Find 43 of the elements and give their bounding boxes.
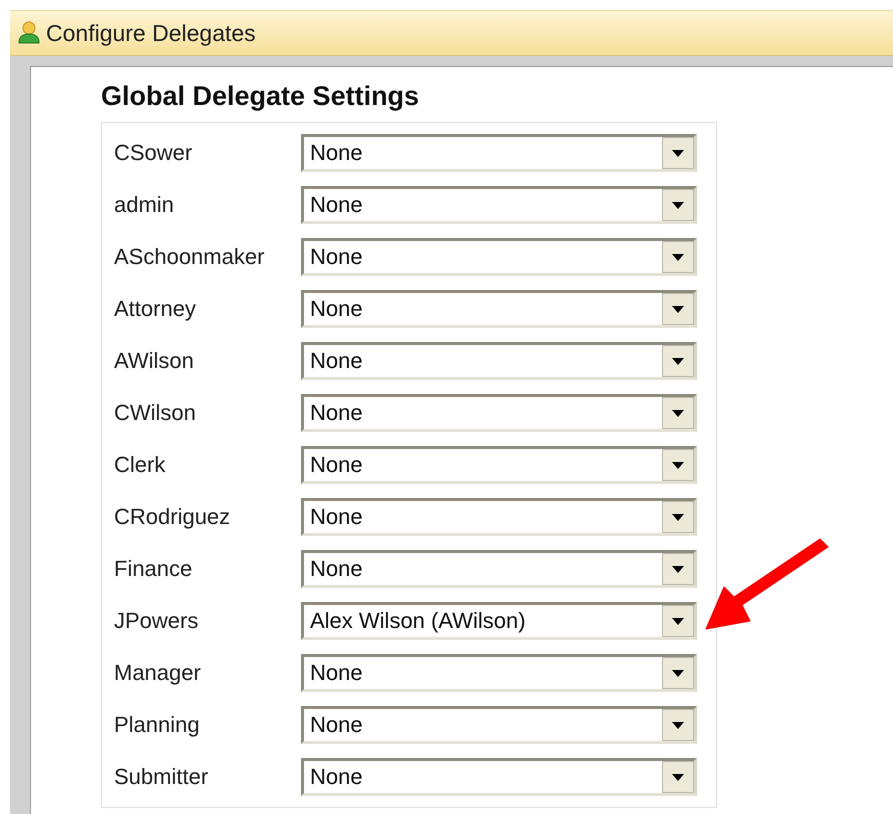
user-label: CSower <box>113 140 194 166</box>
delegate-dropdown[interactable]: None <box>301 498 697 536</box>
user-label: CWilson <box>113 400 197 426</box>
delegate-dropdown[interactable]: None <box>301 446 697 484</box>
arrow-icon <box>705 538 829 630</box>
dropdown-arrow-icon <box>672 410 684 416</box>
delegate-dropdown[interactable]: None <box>301 758 697 796</box>
delegate-dropdown[interactable]: None <box>301 238 697 276</box>
dropdown-arrow-icon <box>672 774 684 780</box>
user-label: Clerk <box>113 452 166 478</box>
dropdown-arrow-icon <box>672 566 684 572</box>
delegate-dropdown[interactable]: None <box>301 394 697 432</box>
delegate-dropdown[interactable]: None <box>301 290 697 328</box>
delegate-dropdown[interactable]: None <box>301 186 697 224</box>
dropdown-arrow-icon <box>672 670 684 676</box>
delegate-dropdown[interactable]: None <box>301 706 697 744</box>
dropdown-arrow-icon <box>672 618 684 624</box>
user-label: CRodriguez <box>113 504 232 530</box>
user-label: AWilson <box>113 348 195 374</box>
user-label: ASchoonmaker <box>113 244 266 270</box>
dropdown-arrow-icon <box>672 514 684 520</box>
user-label: Attorney <box>113 296 197 322</box>
dropdown-arrow-icon <box>672 150 684 156</box>
dropdown-arrow-icon <box>672 254 684 260</box>
delegate-dropdown[interactable]: None <box>301 134 697 172</box>
user-label: Planning <box>113 712 201 738</box>
page-title: Configure Delegates <box>46 20 256 46</box>
user-label: admin <box>113 192 175 218</box>
delegate-dropdown[interactable]: None <box>301 654 697 692</box>
delegate-dropdown[interactable]: None <box>301 342 697 380</box>
section-title: Global Delegate Settings <box>101 81 420 112</box>
dropdown-arrow-icon <box>672 722 684 728</box>
dropdown-arrow-icon <box>672 358 684 364</box>
dropdown-arrow-icon <box>672 306 684 312</box>
dropdown-arrow-icon <box>672 462 684 468</box>
user-label: JPowers <box>113 608 200 634</box>
user-label: Submitter <box>113 764 210 790</box>
dropdown-arrow-icon <box>672 202 684 208</box>
delegate-dropdown[interactable]: Alex Wilson (AWilson) <box>301 602 697 640</box>
user-icon <box>18 21 40 45</box>
user-label: Finance <box>113 556 194 582</box>
user-label: Manager <box>113 660 202 686</box>
delegate-dropdown[interactable]: None <box>301 550 697 588</box>
